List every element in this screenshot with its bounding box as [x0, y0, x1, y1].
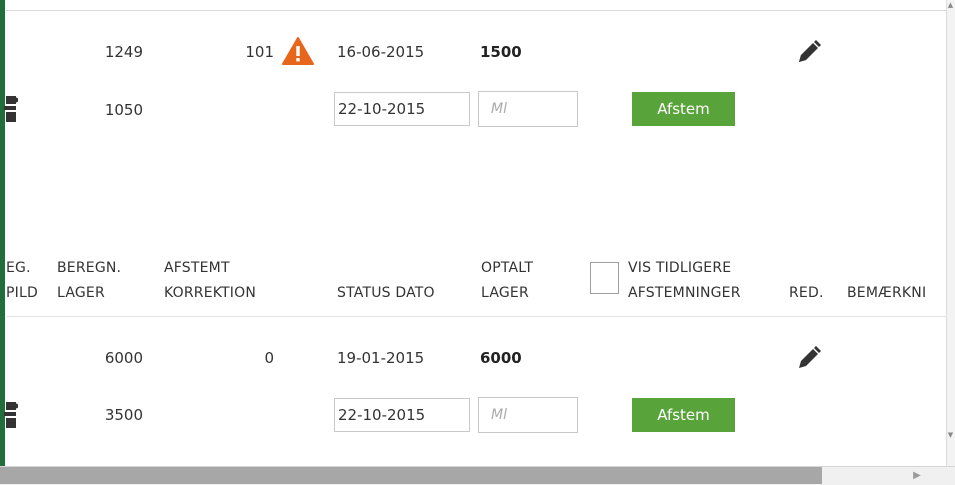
- row1-afstem-button[interactable]: Afstem: [632, 92, 735, 126]
- row2-ml-input[interactable]: [478, 397, 578, 433]
- horizontal-scrollbar-thumb[interactable]: [0, 467, 822, 484]
- header-col0-line2: PILD: [6, 285, 38, 301]
- header-col4-line2: LAGER: [481, 285, 529, 301]
- row2-calc-stock: 6000: [104, 349, 143, 367]
- row2-counted-stock: 6000: [480, 349, 522, 367]
- row1-sub-value: 1050: [104, 101, 143, 119]
- warning-triangle-icon: [282, 37, 314, 65]
- header-col5-line2: AFSTEMNINGER: [628, 285, 741, 301]
- row2-sub-value: 3500: [104, 406, 143, 424]
- header-status-date: STATUS DATO: [337, 285, 435, 301]
- header-col4-line1: OPTALT: [481, 260, 534, 276]
- puzzle-icon: [4, 402, 18, 428]
- pencil-icon[interactable]: [796, 346, 822, 370]
- scroll-right-icon[interactable]: ▶: [902, 467, 932, 484]
- show-previous-checkbox[interactable]: [590, 262, 619, 294]
- row2-status-date: 19-01-2015: [337, 349, 425, 367]
- header-col2-line1: AFSTEMT: [164, 260, 230, 276]
- row1-correction: 101: [245, 43, 274, 61]
- pencil-icon[interactable]: [796, 40, 822, 64]
- row1-calc-stock: 1249: [104, 43, 143, 61]
- header-col5-line1: VIS TIDLIGERE: [628, 260, 732, 276]
- header-remarks: BEMÆRKNI: [847, 285, 927, 301]
- row1-counted-stock: 1500: [480, 43, 522, 61]
- row1-ml-input[interactable]: [478, 91, 578, 127]
- top-divider: [6, 10, 946, 11]
- row2-date-input[interactable]: [334, 398, 470, 432]
- vertical-scrollbar[interactable]: [946, 0, 955, 466]
- scroll-down-icon[interactable]: ▼: [946, 428, 955, 442]
- scrollbar-corner: [932, 467, 955, 484]
- header-col1-line2: LAGER: [57, 285, 105, 301]
- row2-correction: 0: [264, 349, 274, 367]
- puzzle-icon: [4, 96, 18, 122]
- row2-afstem-button[interactable]: Afstem: [632, 398, 735, 432]
- row1-status-date: 16-06-2015: [337, 43, 425, 61]
- header-col0-line1: EG.: [6, 260, 31, 276]
- header-edit: RED.: [789, 285, 824, 301]
- header-divider: [6, 316, 946, 317]
- header-col1-line1: BEREGN.: [57, 260, 122, 276]
- row1-date-input[interactable]: [334, 92, 470, 126]
- scroll-up-icon[interactable]: ▲: [946, 0, 955, 10]
- header-col2-line2: KORREKTION: [164, 285, 257, 301]
